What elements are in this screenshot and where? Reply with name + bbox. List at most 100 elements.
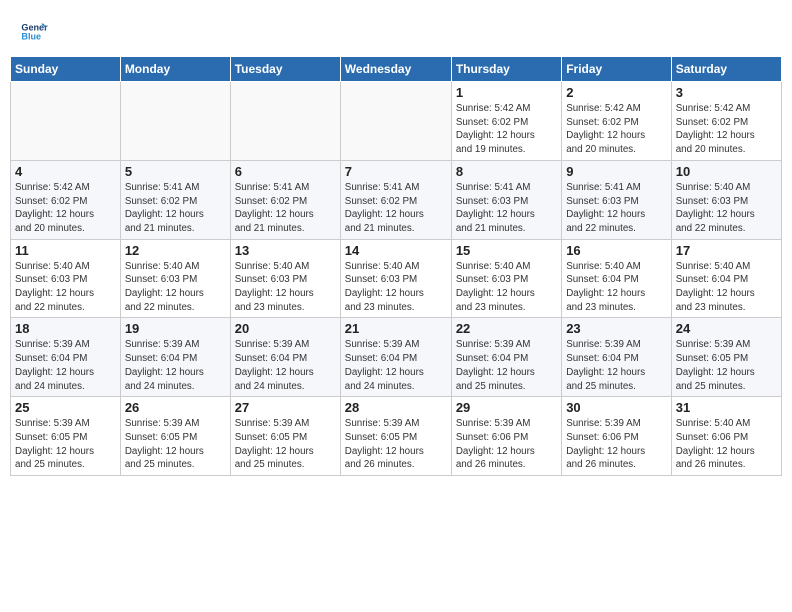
weekday-wednesday: Wednesday [340, 57, 451, 82]
day-info: Sunrise: 5:39 AM Sunset: 6:04 PM Dayligh… [15, 338, 116, 393]
calendar-cell: 24 Sunrise: 5:39 AM Sunset: 6:05 PM Dayli… [671, 318, 781, 397]
day-info: Sunrise: 5:39 AM Sunset: 6:04 PM Dayligh… [566, 338, 667, 393]
calendar-cell: 17 Sunrise: 5:40 AM Sunset: 6:04 PM Dayli… [671, 239, 781, 318]
day-info: Sunrise: 5:39 AM Sunset: 6:05 PM Dayligh… [235, 417, 336, 472]
weekday-friday: Friday [562, 57, 672, 82]
day-number: 4 [15, 164, 116, 179]
calendar-cell: 18 Sunrise: 5:39 AM Sunset: 6:04 PM Dayli… [11, 318, 121, 397]
day-number: 27 [235, 400, 336, 415]
day-number: 26 [125, 400, 226, 415]
day-number: 1 [456, 85, 557, 100]
calendar-cell: 29 Sunrise: 5:39 AM Sunset: 6:06 PM Dayli… [451, 397, 561, 476]
calendar-cell: 21 Sunrise: 5:39 AM Sunset: 6:04 PM Dayli… [340, 318, 451, 397]
day-info: Sunrise: 5:40 AM Sunset: 6:04 PM Dayligh… [676, 260, 777, 315]
day-info: Sunrise: 5:40 AM Sunset: 6:03 PM Dayligh… [15, 260, 116, 315]
day-number: 17 [676, 243, 777, 258]
day-info: Sunrise: 5:40 AM Sunset: 6:04 PM Dayligh… [566, 260, 667, 315]
day-info: Sunrise: 5:39 AM Sunset: 6:05 PM Dayligh… [676, 338, 777, 393]
day-number: 31 [676, 400, 777, 415]
day-number: 28 [345, 400, 447, 415]
calendar-cell: 30Sunrise: 5:39 AM Sunset: 6:06 PM Dayli… [562, 397, 672, 476]
day-number: 7 [345, 164, 447, 179]
week-row-5: 25 Sunrise: 5:39 AM Sunset: 6:05 PM Dayli… [11, 397, 782, 476]
calendar-cell: 15 Sunrise: 5:40 AM Sunset: 6:03 PM Dayli… [451, 239, 561, 318]
calendar-cell [340, 82, 451, 161]
calendar-cell: 27 Sunrise: 5:39 AM Sunset: 6:05 PM Dayli… [230, 397, 340, 476]
day-number: 3 [676, 85, 777, 100]
day-number: 14 [345, 243, 447, 258]
day-info: Sunrise: 5:40 AM Sunset: 6:06 PM Dayligh… [676, 417, 777, 472]
week-row-4: 18 Sunrise: 5:39 AM Sunset: 6:04 PM Dayli… [11, 318, 782, 397]
calendar-cell: 20 Sunrise: 5:39 AM Sunset: 6:04 PM Dayli… [230, 318, 340, 397]
calendar-cell: 22 Sunrise: 5:39 AM Sunset: 6:04 PM Dayli… [451, 318, 561, 397]
day-number: 16 [566, 243, 667, 258]
day-number: 5 [125, 164, 226, 179]
day-info: Sunrise: 5:39 AM Sunset: 6:04 PM Dayligh… [235, 338, 336, 393]
day-number: 21 [345, 321, 447, 336]
calendar-table: SundayMondayTuesdayWednesdayThursdayFrid… [10, 56, 782, 476]
week-row-1: 1 Sunrise: 5:42 AM Sunset: 6:02 PM Daylig… [11, 82, 782, 161]
day-number: 10 [676, 164, 777, 179]
calendar-cell: 26Sunrise: 5:39 AM Sunset: 6:05 PM Dayli… [120, 397, 230, 476]
calendar-cell: 11Sunrise: 5:40 AM Sunset: 6:03 PM Dayli… [11, 239, 121, 318]
day-number: 20 [235, 321, 336, 336]
calendar-cell: 7 Sunrise: 5:41 AM Sunset: 6:02 PM Daylig… [340, 160, 451, 239]
page-header: General Blue [10, 10, 782, 50]
calendar-cell: 3Sunrise: 5:42 AM Sunset: 6:02 PM Daylig… [671, 82, 781, 161]
weekday-tuesday: Tuesday [230, 57, 340, 82]
weekday-header-row: SundayMondayTuesdayWednesdayThursdayFrid… [11, 57, 782, 82]
svg-text:Blue: Blue [21, 32, 41, 42]
calendar-cell: 4 Sunrise: 5:42 AM Sunset: 6:02 PM Daylig… [11, 160, 121, 239]
weekday-thursday: Thursday [451, 57, 561, 82]
day-info: Sunrise: 5:39 AM Sunset: 6:04 PM Dayligh… [345, 338, 447, 393]
calendar-cell: 13Sunrise: 5:40 AM Sunset: 6:03 PM Dayli… [230, 239, 340, 318]
day-number: 25 [15, 400, 116, 415]
day-number: 2 [566, 85, 667, 100]
day-info: Sunrise: 5:41 AM Sunset: 6:02 PM Dayligh… [345, 181, 447, 236]
day-number: 29 [456, 400, 557, 415]
day-info: Sunrise: 5:39 AM Sunset: 6:04 PM Dayligh… [456, 338, 557, 393]
day-info: Sunrise: 5:42 AM Sunset: 6:02 PM Dayligh… [15, 181, 116, 236]
calendar-cell: 9 Sunrise: 5:41 AM Sunset: 6:03 PM Daylig… [562, 160, 672, 239]
day-number: 22 [456, 321, 557, 336]
day-info: Sunrise: 5:40 AM Sunset: 6:03 PM Dayligh… [456, 260, 557, 315]
calendar-cell: 14 Sunrise: 5:40 AM Sunset: 6:03 PM Dayli… [340, 239, 451, 318]
day-info: Sunrise: 5:41 AM Sunset: 6:02 PM Dayligh… [125, 181, 226, 236]
weekday-monday: Monday [120, 57, 230, 82]
calendar-cell: 1 Sunrise: 5:42 AM Sunset: 6:02 PM Daylig… [451, 82, 561, 161]
day-info: Sunrise: 5:42 AM Sunset: 6:02 PM Dayligh… [456, 102, 557, 157]
day-number: 15 [456, 243, 557, 258]
logo-icon: General Blue [20, 18, 48, 46]
day-info: Sunrise: 5:39 AM Sunset: 6:06 PM Dayligh… [456, 417, 557, 472]
day-number: 6 [235, 164, 336, 179]
calendar-cell: 8Sunrise: 5:41 AM Sunset: 6:03 PM Daylig… [451, 160, 561, 239]
day-info: Sunrise: 5:39 AM Sunset: 6:06 PM Dayligh… [566, 417, 667, 472]
day-number: 9 [566, 164, 667, 179]
day-info: Sunrise: 5:41 AM Sunset: 6:03 PM Dayligh… [566, 181, 667, 236]
day-info: Sunrise: 5:40 AM Sunset: 6:03 PM Dayligh… [125, 260, 226, 315]
calendar-cell [230, 82, 340, 161]
day-number: 24 [676, 321, 777, 336]
week-row-3: 11Sunrise: 5:40 AM Sunset: 6:03 PM Dayli… [11, 239, 782, 318]
calendar-cell: 12 Sunrise: 5:40 AM Sunset: 6:03 PM Dayli… [120, 239, 230, 318]
calendar-cell: 6 Sunrise: 5:41 AM Sunset: 6:02 PM Daylig… [230, 160, 340, 239]
day-info: Sunrise: 5:42 AM Sunset: 6:02 PM Dayligh… [566, 102, 667, 157]
calendar-cell: 31 Sunrise: 5:40 AM Sunset: 6:06 PM Dayli… [671, 397, 781, 476]
calendar-cell: 16 Sunrise: 5:40 AM Sunset: 6:04 PM Dayli… [562, 239, 672, 318]
day-info: Sunrise: 5:41 AM Sunset: 6:02 PM Dayligh… [235, 181, 336, 236]
calendar-cell [120, 82, 230, 161]
weekday-saturday: Saturday [671, 57, 781, 82]
day-info: Sunrise: 5:40 AM Sunset: 6:03 PM Dayligh… [676, 181, 777, 236]
day-number: 12 [125, 243, 226, 258]
day-info: Sunrise: 5:39 AM Sunset: 6:05 PM Dayligh… [345, 417, 447, 472]
calendar-cell: 23Sunrise: 5:39 AM Sunset: 6:04 PM Dayli… [562, 318, 672, 397]
weekday-sunday: Sunday [11, 57, 121, 82]
calendar-cell: 10 Sunrise: 5:40 AM Sunset: 6:03 PM Dayli… [671, 160, 781, 239]
calendar-cell: 28 Sunrise: 5:39 AM Sunset: 6:05 PM Dayli… [340, 397, 451, 476]
day-info: Sunrise: 5:40 AM Sunset: 6:03 PM Dayligh… [345, 260, 447, 315]
calendar-cell: 25Sunrise: 5:39 AM Sunset: 6:05 PM Dayli… [11, 397, 121, 476]
day-info: Sunrise: 5:39 AM Sunset: 6:04 PM Dayligh… [125, 338, 226, 393]
calendar-cell: 5 Sunrise: 5:41 AM Sunset: 6:02 PM Daylig… [120, 160, 230, 239]
day-number: 18 [15, 321, 116, 336]
day-number: 8 [456, 164, 557, 179]
